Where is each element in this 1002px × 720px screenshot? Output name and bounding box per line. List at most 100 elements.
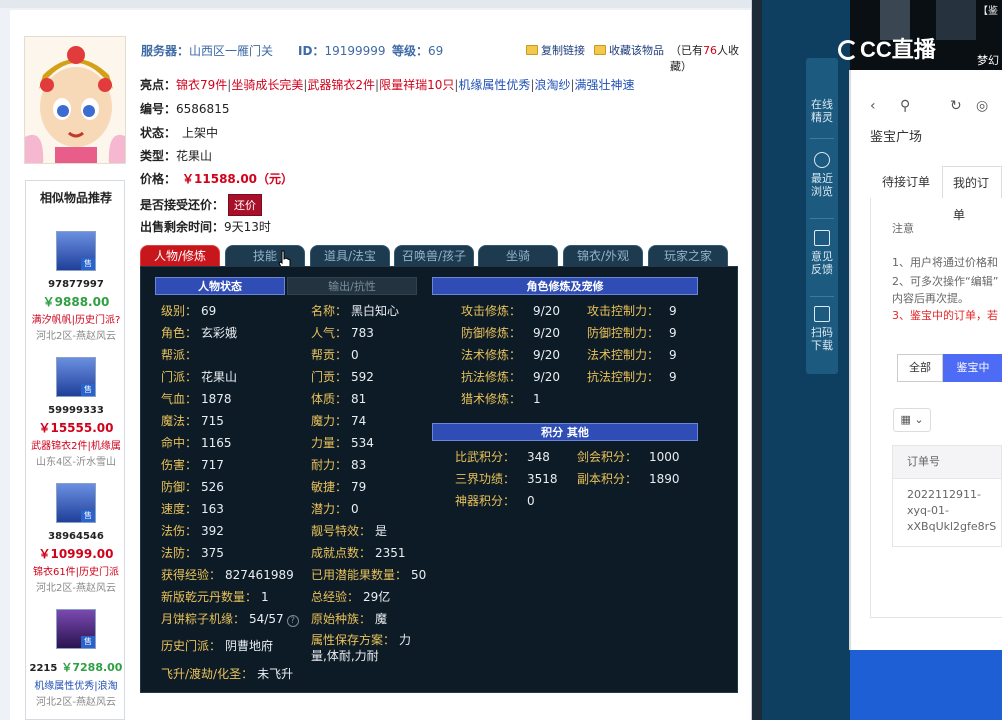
on-sale-badge: 售 (81, 258, 95, 270)
stat-school-contrib: 门贡： 592 (311, 370, 374, 384)
stat-potential: 潜力： 0 (311, 502, 359, 516)
score-dungeon: 副本积分： 1890 (577, 472, 680, 486)
folder-icon (526, 45, 538, 55)
stat-magic-damage: 法伤： 392 (161, 524, 224, 538)
side-feedback[interactable]: 意见反馈 (806, 230, 838, 276)
code-row: 编号：6586815 (140, 102, 230, 116)
folder-icon (594, 45, 606, 55)
cult-resist: 抗法修炼： 9/20 (461, 370, 560, 384)
price-value: ￥11588.00（元） (182, 172, 294, 186)
item-thumbnail[interactable]: 售 (56, 483, 96, 523)
tab-mounts[interactable]: 坐骑 (478, 245, 558, 267)
level-value: 69 (428, 44, 444, 58)
browser-top-strip (0, 0, 751, 8)
stat-magic-power: 魔力： 74 (311, 414, 367, 428)
detail-tabs: 人物/修炼 技能 道具/法宝 召唤兽/孩子 坐骑 锦衣/外观 玩家之家 (140, 243, 740, 267)
cc-side-menu: 在线精灵 最近浏览 意见反馈 扫码下载 (806, 58, 838, 374)
stat-achievement: 成就点数： 2351 (311, 546, 406, 560)
stat-defense: 防御： 526 (161, 480, 224, 494)
page-title: 鉴宝广场 (870, 130, 923, 145)
stat-strength: 力量： 534 (311, 436, 374, 450)
highlight-tag[interactable]: 限量祥瑞10只 (379, 78, 454, 92)
highlights-label: 亮点： (140, 78, 177, 92)
cc-logo: CC直播 (838, 32, 936, 64)
tab-pets[interactable]: 召唤兽/孩子 (394, 245, 474, 267)
stat-mooncake: 月饼粽子机缘： 54/57? (161, 610, 299, 627)
remain-time-row: 出售剩余时间：9天13时 (140, 220, 271, 234)
type-value: 花果山 (176, 149, 213, 163)
scrollbar[interactable] (849, 70, 851, 650)
cult-defense-ctrl: 防御控制力： 9 (587, 326, 677, 340)
stat-guild: 帮派： (161, 348, 198, 362)
side-scan-download[interactable]: 扫码下载 (806, 306, 838, 352)
item-thumbnail[interactable]: 售 (56, 231, 96, 271)
side-recent-browse[interactable]: 最近浏览 (806, 152, 838, 198)
similar-items-sidebar: 相似物品推荐 售 97877997 ￥9888.00 满汐帆帆|历史门派? 河北… (25, 180, 125, 720)
stat-name: 名称： 黑白知心 (311, 304, 400, 318)
stat-magic-defense: 法防： 375 (161, 546, 224, 560)
item-thumbnail[interactable]: 售 (56, 357, 96, 397)
side-online-sprite[interactable]: 在线精灵 (806, 98, 838, 124)
collect-button[interactable]: 收藏该物品 (594, 42, 664, 58)
highlight-tag[interactable]: 浪淘纱 (534, 78, 570, 92)
stat-qianyuan: 新版乾元丹数量： 1 (161, 590, 269, 604)
tab-my-orders[interactable]: 我的订单 (942, 166, 1002, 222)
panel-header-cultivation: 角色修炼及宠修 (432, 277, 698, 295)
favorite-count: （已有76人收藏） (670, 44, 739, 73)
tab-character[interactable]: 人物/修炼 (140, 245, 220, 267)
item-thumbnail[interactable]: 售 (56, 609, 96, 649)
id-value: 19199999 (324, 44, 386, 58)
highlight-tag[interactable]: 锦衣79件 (176, 78, 227, 92)
stream-thumb[interactable] (936, 0, 976, 40)
cult-hunting: 猎术修炼： 1 (461, 392, 541, 406)
stat-attr-plan-cont: 量,体耐,力耐 (311, 649, 379, 663)
cult-defense: 防御修炼： 9/20 (461, 326, 560, 340)
link-icon[interactable]: ⚲ (900, 98, 910, 114)
tab-pending-orders[interactable]: 待接订单 (872, 166, 940, 198)
copy-link-button[interactable]: 复制链接 (526, 42, 585, 58)
refresh-icon[interactable]: ↻ (950, 98, 962, 114)
tab-skills[interactable]: 技能 (225, 245, 305, 267)
panel-header-status[interactable]: 人物状态 (155, 277, 285, 295)
stat-exp: 获得经验： 827461989 (161, 568, 294, 582)
tab-items[interactable]: 道具/法宝 (310, 245, 390, 267)
level-label: 等级： (392, 44, 429, 58)
character-panel: 人物状态 输出/抗性 角色修炼及宠修 积分 其他 级别： 69 角色： 玄彩娥 帮派… (140, 266, 738, 693)
stat-agility: 敏捷： 79 (311, 480, 367, 494)
cult-magic-ctrl: 法术控制力： 9 (587, 348, 677, 362)
cult-attack: 攻击修炼： 9/20 (461, 304, 560, 318)
on-sale-badge: 售 (81, 636, 95, 648)
status-value: 上架中 (182, 126, 219, 140)
type-row: 类型：花果山 (140, 149, 213, 163)
highlight-tag[interactable]: 满强壮神速 (575, 78, 635, 92)
highlights-row: 亮点：锦衣79件|坐骑成长完美|武器锦衣2件|限量祥瑞10只|机缘属性优秀|浪淘… (140, 78, 635, 92)
id-label: ID： (298, 44, 325, 58)
clock-icon (814, 152, 830, 168)
highlight-tag[interactable]: 武器锦衣2件 (307, 78, 375, 92)
highlight-tag[interactable]: 机缘属性优秀 (458, 78, 530, 92)
globe-icon[interactable]: ◎ (976, 98, 988, 114)
counter-offer-button[interactable]: 还价 (228, 194, 263, 216)
stat-hp: 气血： 1878 (161, 392, 232, 406)
column-toggle-button[interactable]: ▦ ⌄ (893, 408, 931, 432)
notice-title: 注意 (892, 222, 914, 235)
cult-resist-ctrl: 抗法控制力： 9 (587, 370, 677, 384)
highlight-tag[interactable]: 坐骑成长完美 (231, 78, 303, 92)
stat-vip-effect: 靓号特效：是 (311, 524, 388, 538)
server-label: 服务器： (141, 44, 190, 58)
back-icon[interactable]: ‹ (870, 98, 876, 114)
channel-title[interactable]: 【鉴 (978, 2, 998, 17)
panel-header-output[interactable]: 输出/抗性 (287, 277, 417, 295)
top-username[interactable]: 梦幻 (977, 52, 999, 68)
help-icon[interactable]: ? (286, 615, 299, 627)
tab-home[interactable]: 玩家之家 (648, 245, 728, 267)
filter-appraising-button[interactable]: 鉴宝中 (943, 354, 1002, 382)
stat-hit: 命中： 1165 (161, 436, 232, 450)
filter-all-button[interactable]: 全部 (897, 354, 943, 382)
stat-damage: 伤害： 717 (161, 458, 224, 472)
counter-offer-row: 是否接受还价： 还价 (140, 194, 263, 216)
cc-bottom-bar (850, 650, 1002, 720)
stat-potential-fruit: 已用潜能果数量： 50 (311, 568, 427, 582)
tab-outfits[interactable]: 锦衣/外观 (563, 245, 643, 267)
score-merit: 三界功绩： 3518 (455, 472, 558, 486)
